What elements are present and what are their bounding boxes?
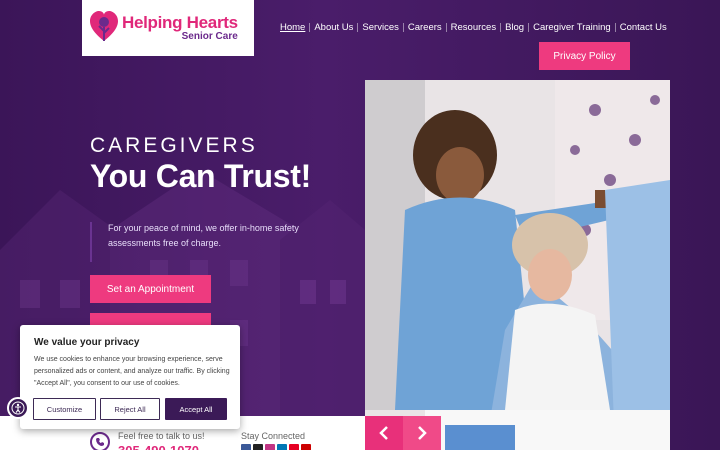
nav-item-resources[interactable]: Resources	[447, 22, 500, 33]
site-logo[interactable]: Helping Hearts Senior Care	[82, 0, 254, 56]
caregiver-photo-illustration	[365, 80, 670, 450]
nav-item-about-us[interactable]: About Us	[310, 22, 357, 33]
heart-tree-icon	[90, 11, 118, 41]
cookie-consent-banner: We value your privacy We use cookies to …	[20, 325, 240, 429]
chevron-right-icon	[418, 426, 427, 440]
stay-connected-label: Stay Connected	[241, 431, 306, 441]
nav-item-home[interactable]: Home	[276, 22, 309, 33]
cookie-accept-all-button[interactable]: Accept All	[165, 398, 227, 420]
youtube-icon[interactable]	[301, 444, 311, 450]
brand-tagline: Senior Care	[181, 31, 238, 42]
hero-headline: You Can Trust!	[90, 158, 311, 194]
facebook-icon[interactable]	[241, 444, 251, 450]
main-navigation: Home About Us Services Careers Resources…	[276, 22, 671, 33]
nav-item-contact-us[interactable]: Contact Us	[616, 22, 671, 33]
x-twitter-icon[interactable]	[253, 444, 263, 450]
privacy-policy-button[interactable]: Privacy Policy	[539, 42, 630, 70]
nav-item-services[interactable]: Services	[358, 22, 402, 33]
phone-icon	[90, 432, 110, 450]
accessibility-icon	[11, 401, 25, 415]
phone-number-link[interactable]: 305-490-1070	[118, 443, 199, 450]
nav-item-blog[interactable]: Blog	[501, 22, 528, 33]
chevron-left-icon	[379, 426, 388, 440]
cookie-customize-button[interactable]: Customize	[33, 398, 96, 420]
hero-eyebrow: CAREGIVERS	[90, 134, 258, 157]
talk-to-us-text: Feel free to talk to us!	[118, 431, 205, 441]
slider-next-button[interactable]	[403, 416, 441, 450]
accessibility-button[interactable]	[7, 397, 29, 419]
social-links	[241, 444, 311, 450]
nav-item-careers[interactable]: Careers	[404, 22, 446, 33]
nav-item-caregiver-training[interactable]: Caregiver Training	[529, 22, 615, 33]
instagram-icon[interactable]	[265, 444, 275, 450]
brand-name: Helping Hearts	[122, 13, 238, 32]
cookie-reject-all-button[interactable]: Reject All	[100, 398, 160, 420]
slider-prev-button[interactable]	[365, 416, 403, 450]
set-appointment-button[interactable]: Set an Appointment	[90, 275, 211, 303]
hero-intro-text: For your peace of mind, we offer in-home…	[108, 223, 299, 248]
intro-accent-bar	[90, 222, 92, 262]
linkedin-icon[interactable]	[277, 444, 287, 450]
pinterest-icon[interactable]	[289, 444, 299, 450]
hero-photo	[365, 80, 670, 450]
cookie-text: We use cookies to enhance your browsing …	[34, 356, 230, 387]
cookie-title: We value your privacy	[34, 337, 140, 348]
